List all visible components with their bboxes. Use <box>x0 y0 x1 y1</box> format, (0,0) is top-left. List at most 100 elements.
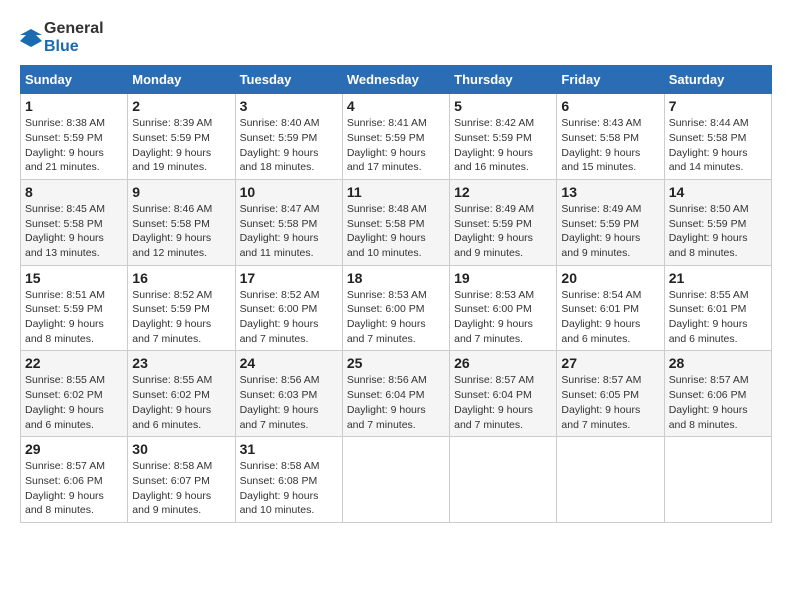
day-detail: Sunrise: 8:54 AMSunset: 6:01 PMDaylight:… <box>561 289 641 345</box>
day-number: 8 <box>25 184 123 200</box>
day-detail: Sunrise: 8:52 AMSunset: 6:00 PMDaylight:… <box>240 289 320 345</box>
day-number: 2 <box>132 98 230 114</box>
calendar-cell: 1 Sunrise: 8:38 AMSunset: 5:59 PMDayligh… <box>21 94 128 180</box>
day-number: 1 <box>25 98 123 114</box>
calendar-cell: 11 Sunrise: 8:48 AMSunset: 5:58 PMDaylig… <box>342 179 449 265</box>
calendar-cell <box>557 437 664 523</box>
day-detail: Sunrise: 8:53 AMSunset: 6:00 PMDaylight:… <box>454 289 534 345</box>
day-number: 28 <box>669 355 767 371</box>
logo: General Blue <box>20 20 104 55</box>
day-number: 12 <box>454 184 552 200</box>
weekday-header: Tuesday <box>235 66 342 94</box>
day-detail: Sunrise: 8:40 AMSunset: 5:59 PMDaylight:… <box>240 117 320 173</box>
day-detail: Sunrise: 8:55 AMSunset: 6:02 PMDaylight:… <box>25 374 105 430</box>
day-number: 20 <box>561 270 659 286</box>
day-number: 24 <box>240 355 338 371</box>
day-detail: Sunrise: 8:45 AMSunset: 5:58 PMDaylight:… <box>25 203 105 259</box>
calendar-cell: 13 Sunrise: 8:49 AMSunset: 5:59 PMDaylig… <box>557 179 664 265</box>
logo-blue: Blue <box>44 38 79 55</box>
calendar-cell: 26 Sunrise: 8:57 AMSunset: 6:04 PMDaylig… <box>450 351 557 437</box>
day-detail: Sunrise: 8:49 AMSunset: 5:59 PMDaylight:… <box>561 203 641 259</box>
day-detail: Sunrise: 8:39 AMSunset: 5:59 PMDaylight:… <box>132 117 212 173</box>
day-detail: Sunrise: 8:42 AMSunset: 5:59 PMDaylight:… <box>454 117 534 173</box>
day-number: 6 <box>561 98 659 114</box>
day-detail: Sunrise: 8:57 AMSunset: 6:05 PMDaylight:… <box>561 374 641 430</box>
calendar-cell: 9 Sunrise: 8:46 AMSunset: 5:58 PMDayligh… <box>128 179 235 265</box>
day-number: 26 <box>454 355 552 371</box>
day-detail: Sunrise: 8:53 AMSunset: 6:00 PMDaylight:… <box>347 289 427 345</box>
calendar-cell: 23 Sunrise: 8:55 AMSunset: 6:02 PMDaylig… <box>128 351 235 437</box>
day-detail: Sunrise: 8:44 AMSunset: 5:58 PMDaylight:… <box>669 117 749 173</box>
calendar-cell: 5 Sunrise: 8:42 AMSunset: 5:59 PMDayligh… <box>450 94 557 180</box>
day-number: 11 <box>347 184 445 200</box>
calendar-cell <box>342 437 449 523</box>
calendar-cell: 22 Sunrise: 8:55 AMSunset: 6:02 PMDaylig… <box>21 351 128 437</box>
weekday-header: Sunday <box>21 66 128 94</box>
calendar-cell: 19 Sunrise: 8:53 AMSunset: 6:00 PMDaylig… <box>450 265 557 351</box>
day-detail: Sunrise: 8:56 AMSunset: 6:03 PMDaylight:… <box>240 374 320 430</box>
calendar-cell: 28 Sunrise: 8:57 AMSunset: 6:06 PMDaylig… <box>664 351 771 437</box>
day-number: 31 <box>240 441 338 457</box>
day-number: 13 <box>561 184 659 200</box>
calendar-cell: 31 Sunrise: 8:58 AMSunset: 6:08 PMDaylig… <box>235 437 342 523</box>
weekday-header: Wednesday <box>342 66 449 94</box>
calendar-week-row: 8 Sunrise: 8:45 AMSunset: 5:58 PMDayligh… <box>21 179 772 265</box>
day-detail: Sunrise: 8:56 AMSunset: 6:04 PMDaylight:… <box>347 374 427 430</box>
day-detail: Sunrise: 8:52 AMSunset: 5:59 PMDaylight:… <box>132 289 212 345</box>
calendar-table: SundayMondayTuesdayWednesdayThursdayFrid… <box>20 65 772 523</box>
calendar-cell: 16 Sunrise: 8:52 AMSunset: 5:59 PMDaylig… <box>128 265 235 351</box>
calendar-cell: 25 Sunrise: 8:56 AMSunset: 6:04 PMDaylig… <box>342 351 449 437</box>
weekday-header-row: SundayMondayTuesdayWednesdayThursdayFrid… <box>21 66 772 94</box>
calendar-cell <box>450 437 557 523</box>
day-detail: Sunrise: 8:49 AMSunset: 5:59 PMDaylight:… <box>454 203 534 259</box>
day-number: 15 <box>25 270 123 286</box>
day-number: 9 <box>132 184 230 200</box>
day-detail: Sunrise: 8:41 AMSunset: 5:59 PMDaylight:… <box>347 117 427 173</box>
calendar-cell: 3 Sunrise: 8:40 AMSunset: 5:59 PMDayligh… <box>235 94 342 180</box>
day-detail: Sunrise: 8:57 AMSunset: 6:06 PMDaylight:… <box>25 460 105 516</box>
calendar-cell: 12 Sunrise: 8:49 AMSunset: 5:59 PMDaylig… <box>450 179 557 265</box>
day-detail: Sunrise: 8:46 AMSunset: 5:58 PMDaylight:… <box>132 203 212 259</box>
day-number: 25 <box>347 355 445 371</box>
calendar-cell: 8 Sunrise: 8:45 AMSunset: 5:58 PMDayligh… <box>21 179 128 265</box>
calendar-cell: 2 Sunrise: 8:39 AMSunset: 5:59 PMDayligh… <box>128 94 235 180</box>
day-number: 14 <box>669 184 767 200</box>
day-detail: Sunrise: 8:47 AMSunset: 5:58 PMDaylight:… <box>240 203 320 259</box>
day-detail: Sunrise: 8:57 AMSunset: 6:04 PMDaylight:… <box>454 374 534 430</box>
day-detail: Sunrise: 8:50 AMSunset: 5:59 PMDaylight:… <box>669 203 749 259</box>
day-detail: Sunrise: 8:58 AMSunset: 6:07 PMDaylight:… <box>132 460 212 516</box>
day-detail: Sunrise: 8:38 AMSunset: 5:59 PMDaylight:… <box>25 117 105 173</box>
calendar-cell: 14 Sunrise: 8:50 AMSunset: 5:59 PMDaylig… <box>664 179 771 265</box>
calendar-week-row: 22 Sunrise: 8:55 AMSunset: 6:02 PMDaylig… <box>21 351 772 437</box>
day-detail: Sunrise: 8:43 AMSunset: 5:58 PMDaylight:… <box>561 117 641 173</box>
calendar-week-row: 15 Sunrise: 8:51 AMSunset: 5:59 PMDaylig… <box>21 265 772 351</box>
calendar-cell: 18 Sunrise: 8:53 AMSunset: 6:00 PMDaylig… <box>342 265 449 351</box>
weekday-header: Friday <box>557 66 664 94</box>
page-header: General Blue <box>20 20 772 55</box>
calendar-cell: 27 Sunrise: 8:57 AMSunset: 6:05 PMDaylig… <box>557 351 664 437</box>
day-number: 5 <box>454 98 552 114</box>
calendar-cell: 20 Sunrise: 8:54 AMSunset: 6:01 PMDaylig… <box>557 265 664 351</box>
calendar-cell: 7 Sunrise: 8:44 AMSunset: 5:58 PMDayligh… <box>664 94 771 180</box>
day-number: 29 <box>25 441 123 457</box>
weekday-header: Saturday <box>664 66 771 94</box>
day-number: 23 <box>132 355 230 371</box>
calendar-cell: 21 Sunrise: 8:55 AMSunset: 6:01 PMDaylig… <box>664 265 771 351</box>
weekday-header: Monday <box>128 66 235 94</box>
day-number: 3 <box>240 98 338 114</box>
day-number: 22 <box>25 355 123 371</box>
day-number: 27 <box>561 355 659 371</box>
day-number: 17 <box>240 270 338 286</box>
calendar-cell: 30 Sunrise: 8:58 AMSunset: 6:07 PMDaylig… <box>128 437 235 523</box>
calendar-cell: 24 Sunrise: 8:56 AMSunset: 6:03 PMDaylig… <box>235 351 342 437</box>
logo-bird-icon <box>20 27 42 49</box>
day-number: 21 <box>669 270 767 286</box>
day-detail: Sunrise: 8:58 AMSunset: 6:08 PMDaylight:… <box>240 460 320 516</box>
day-number: 10 <box>240 184 338 200</box>
weekday-header: Thursday <box>450 66 557 94</box>
calendar-cell: 10 Sunrise: 8:47 AMSunset: 5:58 PMDaylig… <box>235 179 342 265</box>
calendar-cell: 6 Sunrise: 8:43 AMSunset: 5:58 PMDayligh… <box>557 94 664 180</box>
day-number: 30 <box>132 441 230 457</box>
day-detail: Sunrise: 8:55 AMSunset: 6:01 PMDaylight:… <box>669 289 749 345</box>
day-number: 16 <box>132 270 230 286</box>
